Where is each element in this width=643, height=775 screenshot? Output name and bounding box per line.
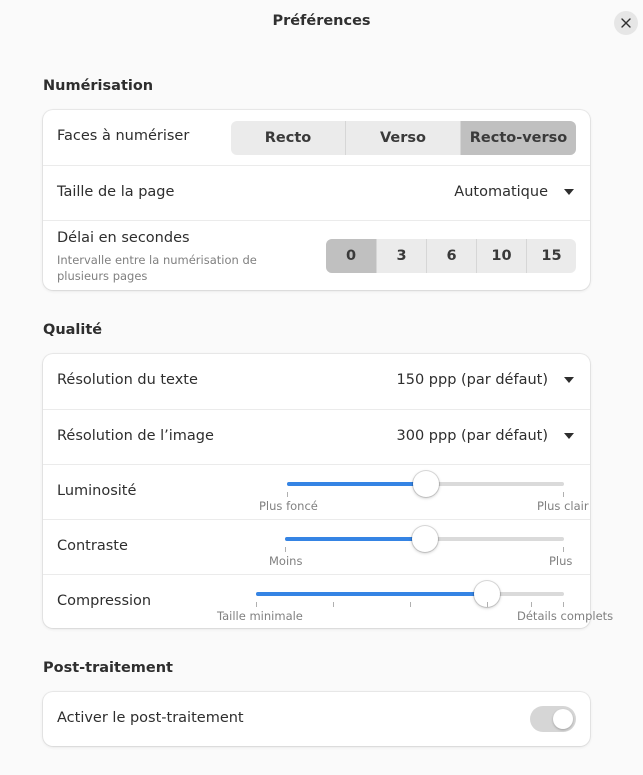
brightness-slider[interactable]	[287, 471, 564, 497]
page-size-row[interactable]: Taille de la page Automatique	[43, 165, 590, 220]
quality-card: Résolution du texte 150 ppp (par défaut)…	[43, 354, 613, 628]
brightness-tick-min	[287, 492, 288, 497]
delay-option-3[interactable]: 3	[376, 239, 426, 273]
brightness-slider-fill	[287, 482, 426, 486]
contrast-tick-min	[285, 547, 286, 552]
image-resolution-dropdown[interactable]: 300 ppp (par défaut)	[397, 428, 574, 444]
sides-option-recto[interactable]: Recto	[231, 121, 345, 155]
postprocessing-switch[interactable]	[530, 706, 576, 732]
compression-label: Compression	[57, 593, 152, 609]
contrast-tick-max	[563, 547, 564, 552]
brightness-tick-max	[563, 492, 564, 497]
delay-option-10[interactable]: 10	[476, 239, 526, 273]
postprocessing-label: Activer le post-traitement	[57, 710, 244, 726]
contrast-label: Contraste	[57, 538, 128, 554]
delay-row: Délai en secondes Intervalle entre la nu…	[43, 220, 590, 290]
compression-min-label: Taille minimale	[217, 609, 303, 623]
compression-tick-1	[333, 602, 334, 607]
switch-knob	[553, 709, 573, 729]
postprocessing-row[interactable]: Activer le post-traitement	[43, 692, 590, 746]
delay-label: Délai en secondes	[57, 230, 190, 246]
section-title-quality: Qualité	[43, 322, 103, 338]
header-bar: Préférences	[0, 0, 643, 46]
delay-option-6[interactable]: 6	[426, 239, 476, 273]
postprocessing-card: Activer le post-traitement	[43, 692, 590, 746]
contrast-max-label: Plus	[549, 554, 573, 568]
compression-tick-0	[256, 602, 257, 607]
image-resolution-label: Résolution de l’image	[57, 428, 214, 444]
scanning-card: Faces à numériser Recto Verso Recto-vers…	[43, 110, 590, 290]
compression-tick-3	[487, 602, 488, 607]
compression-tick-2	[410, 602, 411, 607]
sides-option-recto-verso[interactable]: Recto-verso	[460, 121, 576, 155]
page-size-label: Taille de la page	[57, 184, 175, 200]
page-size-dropdown[interactable]: Automatique	[454, 184, 574, 200]
delay-segmented-control[interactable]: 0 3 6 10 15	[326, 239, 576, 273]
page-size-value: Automatique	[454, 184, 548, 200]
section-title-postprocessing: Post-traitement	[43, 660, 173, 676]
image-resolution-row[interactable]: Résolution de l’image 300 ppp (par défau…	[43, 409, 590, 464]
contrast-slider[interactable]	[285, 526, 564, 552]
contrast-slider-fill	[285, 537, 425, 541]
brightness-label: Luminosité	[57, 483, 137, 499]
delay-option-15[interactable]: 15	[526, 239, 576, 273]
compression-row: Compression Taille minimale Détails comp…	[43, 574, 613, 628]
dropdown-arrow-icon	[564, 433, 574, 439]
compression-slider[interactable]	[256, 581, 564, 607]
contrast-row: Contraste Moins Plus	[43, 519, 590, 574]
compression-max-label: Détails complets	[517, 609, 614, 623]
text-resolution-label: Résolution du texte	[57, 372, 198, 388]
contrast-slider-handle[interactable]	[411, 526, 438, 552]
text-resolution-row[interactable]: Résolution du texte 150 ppp (par défaut)	[43, 354, 590, 409]
close-button[interactable]	[614, 11, 638, 35]
brightness-slider-handle[interactable]	[412, 471, 439, 497]
brightness-max-label: Plus clair	[537, 499, 589, 513]
sides-label: Faces à numériser	[57, 128, 190, 144]
compression-tick-5	[563, 602, 564, 607]
dropdown-arrow-icon	[564, 377, 574, 383]
brightness-row: Luminosité Plus foncé Plus clair	[43, 464, 590, 519]
image-resolution-value: 300 ppp (par défaut)	[396, 428, 548, 444]
section-title-scanning: Numérisation	[43, 78, 154, 94]
sides-segmented-control[interactable]: Recto Verso Recto-verso	[231, 121, 576, 155]
text-resolution-value: 150 ppp (par défaut)	[396, 372, 548, 388]
text-resolution-dropdown[interactable]: 150 ppp (par défaut)	[397, 372, 574, 388]
compression-slider-fill	[256, 592, 487, 596]
delay-sublabel: Intervalle entre la numérisation de plus…	[57, 253, 257, 283]
close-icon	[621, 18, 631, 28]
compression-tick-4	[531, 602, 532, 607]
sides-option-verso[interactable]: Verso	[345, 121, 460, 155]
delay-option-0[interactable]: 0	[326, 239, 376, 273]
brightness-min-label: Plus foncé	[259, 499, 318, 513]
contrast-min-label: Moins	[269, 554, 303, 568]
window-title: Préférences	[272, 13, 371, 29]
sides-row: Faces à numériser Recto Verso Recto-vers…	[43, 110, 590, 165]
dropdown-arrow-icon	[564, 189, 574, 195]
